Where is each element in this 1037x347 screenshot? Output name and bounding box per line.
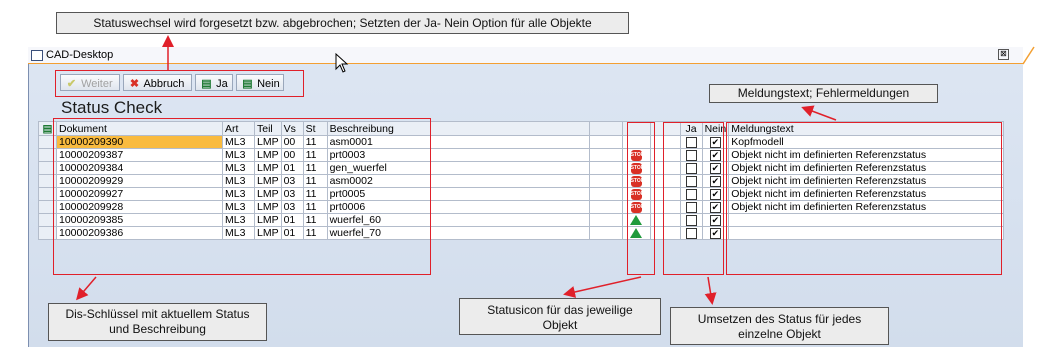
mouse-cursor-icon: [335, 52, 349, 73]
arrow-meldung: [801, 105, 837, 121]
arrow-icon: [563, 276, 642, 298]
arrow-dis: [76, 276, 97, 301]
annotation-arrows: [76, 35, 1035, 305]
arrow-umsetzen: [704, 276, 717, 305]
